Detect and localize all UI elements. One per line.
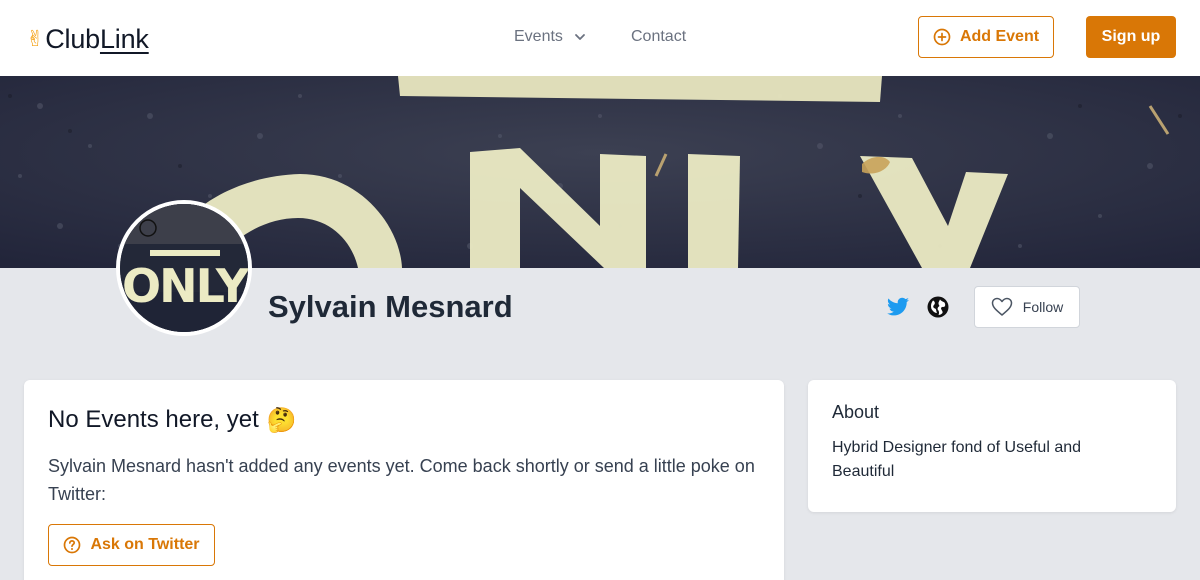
profile-avatar: ONLY	[116, 200, 252, 336]
logo-link[interactable]: ✌ Club Link	[26, 22, 149, 56]
no-events-heading: No Events here, yet 🤔	[48, 404, 297, 436]
follow-button[interactable]: Follow	[974, 286, 1080, 328]
logo-text-club: Club	[45, 23, 100, 54]
about-card: About Hybrid Designer fond of Useful and…	[808, 380, 1176, 512]
nav-events-label: Events	[514, 28, 563, 45]
follow-label: Follow	[1022, 299, 1064, 315]
nav-contact-link[interactable]: Contact	[631, 26, 686, 48]
no-events-description: Sylvain Mesnard hasn't added any events …	[48, 456, 755, 504]
avatar-picture: ONLY	[120, 204, 248, 332]
logo-text-link: Link	[99, 23, 149, 54]
thinking-face-icon: 🤔	[266, 406, 297, 434]
website-link[interactable]	[926, 295, 950, 319]
globe-icon	[927, 296, 949, 318]
ask-on-twitter-label: Ask on Twitter	[90, 536, 200, 553]
about-text: Hybrid Designer fond of Useful and Beaut…	[832, 439, 1082, 480]
add-event-button[interactable]: Add Event	[918, 16, 1054, 58]
twitter-icon	[887, 297, 909, 316]
ask-on-twitter-button[interactable]: Ask on Twitter	[48, 524, 215, 566]
victory-hand-icon: ✌	[26, 26, 45, 51]
plus-circle-icon	[933, 28, 951, 46]
signup-button[interactable]: Sign up	[1086, 16, 1176, 58]
question-circle-icon	[64, 536, 81, 554]
avatar-text: ONLY	[122, 259, 248, 313]
heart-icon	[991, 297, 1013, 316]
about-heading: About	[832, 402, 880, 422]
top-navbar: ✌ Club Link Events Contact Add Event Sign…	[0, 0, 1200, 76]
add-event-label: Add Event	[959, 28, 1040, 45]
profile-name: Sylvain Mesnard	[268, 289, 513, 324]
events-card: No Events here, yet 🤔 Sylvain Mesnard ha…	[24, 380, 784, 580]
nav-events-dropdown[interactable]: Events	[514, 26, 587, 48]
chevron-down-icon	[575, 34, 585, 40]
twitter-link[interactable]	[886, 295, 910, 319]
no-events-title: No Events here, yet	[48, 406, 259, 433]
